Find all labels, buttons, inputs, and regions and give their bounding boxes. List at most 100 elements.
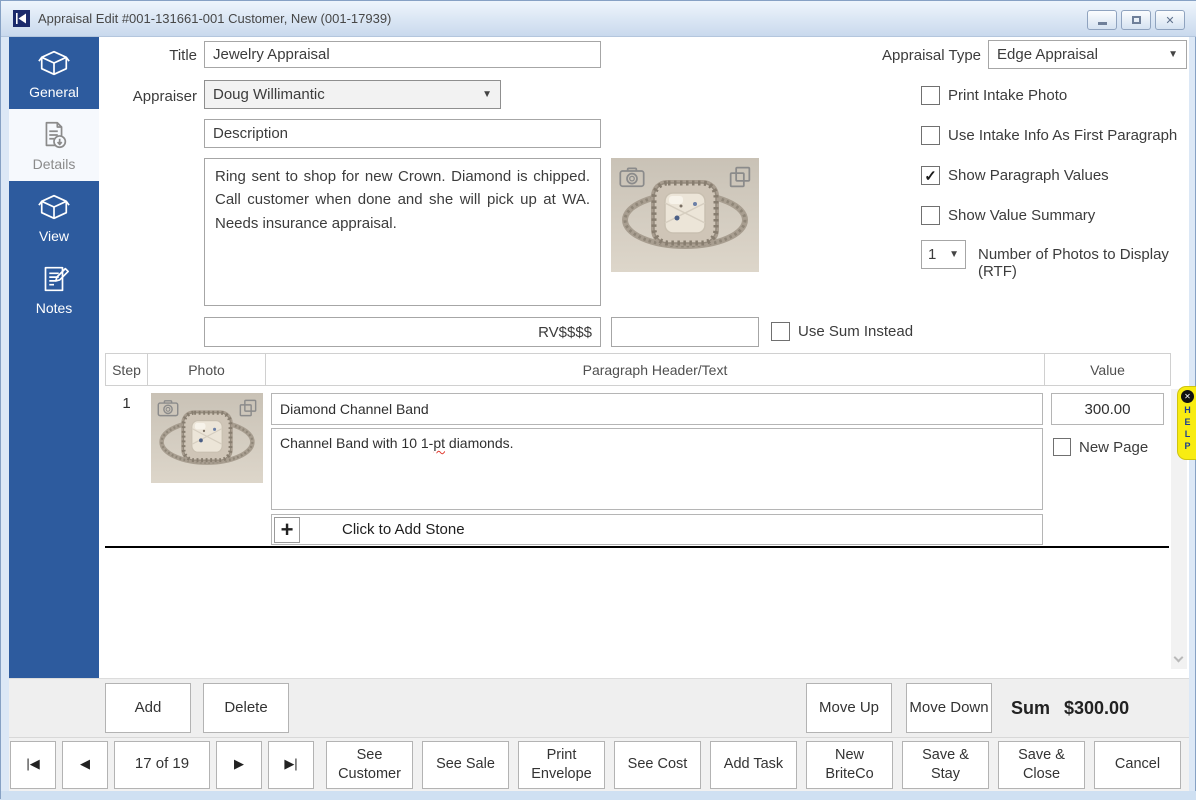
copy-photos-icon[interactable]: [239, 399, 257, 417]
record-position: 17 of 19: [114, 741, 210, 789]
new-page-row: New Page: [1053, 438, 1148, 456]
paragraph-text: diamonds.: [445, 435, 513, 451]
use-sum-label: Use Sum Instead: [798, 323, 913, 340]
use-sum-checkbox-row: Use Sum Instead: [771, 322, 913, 341]
sidebar-tab-details[interactable]: Details: [9, 109, 99, 181]
close-icon: ✕: [1165, 14, 1174, 27]
column-header-step: Step: [105, 353, 148, 386]
new-briteco-button[interactable]: New BriteCo: [806, 741, 893, 789]
sidebar: General Details View Notes: [9, 37, 99, 678]
sum-display: Sum $300.00: [1011, 679, 1129, 738]
help-tab-label: HELP: [1181, 405, 1195, 453]
chevron-down-icon: ▼: [949, 249, 959, 260]
show-value-summary-row: Show Value Summary: [921, 206, 1095, 225]
move-up-button[interactable]: Move Up: [806, 683, 892, 733]
sum-value: $300.00: [1064, 698, 1129, 719]
save-and-stay-button[interactable]: Save & Stay: [902, 741, 989, 789]
help-close-icon[interactable]: ✕: [1181, 390, 1194, 403]
add-stone-button[interactable]: + Click to Add Stone: [271, 514, 1043, 545]
sidebar-tab-notes[interactable]: Notes: [9, 253, 99, 325]
checkmark: ✓: [924, 167, 937, 185]
document-details-icon: [37, 118, 71, 152]
rv-value-input[interactable]: RV$$$$: [204, 317, 601, 347]
sidebar-tab-view[interactable]: View: [9, 181, 99, 253]
add-button[interactable]: Add: [105, 683, 191, 733]
appraiser-dropdown[interactable]: Doug Willimantic ▼: [204, 80, 501, 109]
delete-button[interactable]: Delete: [203, 683, 289, 733]
new-page-checkbox[interactable]: [1053, 438, 1071, 456]
help-tab[interactable]: ✕ HELP: [1177, 386, 1196, 460]
see-customer-button[interactable]: See Customer: [326, 741, 413, 789]
step-value-input[interactable]: 300.00: [1051, 393, 1164, 425]
chevron-down-icon: ▼: [1168, 49, 1178, 60]
use-intake-info-checkbox[interactable]: [921, 126, 940, 145]
paragraph-table-header: Step Photo Paragraph Header/Text Value: [105, 353, 1171, 386]
sidebar-tab-general[interactable]: General: [9, 37, 99, 109]
sidebar-tab-label: View: [39, 228, 69, 244]
see-sale-button[interactable]: See Sale: [422, 741, 509, 789]
total-value-input[interactable]: [611, 317, 759, 347]
close-button[interactable]: ✕: [1155, 10, 1185, 30]
previous-record-button[interactable]: ◀: [62, 741, 108, 789]
appraisal-photo[interactable]: [611, 158, 759, 272]
copy-photos-icon[interactable]: [729, 166, 751, 188]
misspelled-word: pt: [433, 435, 445, 451]
move-down-button[interactable]: Move Down: [906, 683, 992, 733]
note-pencil-icon: [37, 262, 71, 296]
intake-notes-textarea[interactable]: Ring sent to shop for new Crown. Diamond…: [204, 158, 601, 306]
appraisal-type-dropdown[interactable]: Edge Appraisal ▼: [988, 40, 1187, 69]
show-paragraph-values-label: Show Paragraph Values: [948, 167, 1109, 184]
print-intake-photo-checkbox[interactable]: [921, 86, 940, 105]
cancel-button[interactable]: Cancel: [1094, 741, 1181, 789]
paragraph-text-input[interactable]: Channel Band with 10 1-pt diamonds.: [271, 428, 1043, 510]
step-photo[interactable]: [151, 393, 263, 483]
show-paragraph-values-row: ✓ Show Paragraph Values: [921, 166, 1109, 185]
description-input[interactable]: Description: [204, 119, 601, 148]
action-bar: Add Delete Move Up Move Down Sum $300.00: [9, 678, 1189, 737]
column-header-paragraph: Paragraph Header/Text: [266, 353, 1045, 386]
photos-count-label: Number of Photos to Display (RTF): [978, 246, 1188, 280]
save-and-close-button[interactable]: Save & Close: [998, 741, 1085, 789]
print-intake-photo-row: Print Intake Photo: [921, 86, 1067, 105]
show-value-summary-label: Show Value Summary: [948, 207, 1095, 224]
use-intake-info-label: Use Intake Info As First Paragraph: [948, 127, 1177, 144]
sidebar-tab-label: Notes: [36, 300, 73, 316]
add-task-button[interactable]: Add Task: [710, 741, 797, 789]
row-divider: [105, 546, 1169, 548]
print-envelope-button[interactable]: Print Envelope: [518, 741, 605, 789]
use-intake-info-row: Use Intake Info As First Paragraph: [921, 126, 1177, 145]
next-record-button[interactable]: ▶: [216, 741, 262, 789]
appraiser-value: Doug Willimantic: [213, 86, 325, 103]
package-icon: [37, 190, 71, 224]
last-record-button[interactable]: ▶|: [268, 741, 314, 789]
minimize-icon: [1098, 22, 1107, 25]
title-input[interactable]: Jewelry Appraisal: [204, 41, 601, 68]
sidebar-tab-label: Details: [33, 156, 76, 172]
appraisal-edit-window: Appraisal Edit #001-131661-001 Customer,…: [0, 0, 1196, 799]
add-stone-label: Click to Add Stone: [342, 521, 465, 538]
use-sum-checkbox[interactable]: [771, 322, 790, 341]
paragraph-text: Channel Band with 10 1-: [280, 435, 433, 451]
show-value-summary-checkbox[interactable]: [921, 206, 940, 225]
first-record-button[interactable]: |◀: [10, 741, 56, 789]
maximize-button[interactable]: [1121, 10, 1151, 30]
show-paragraph-values-checkbox[interactable]: ✓: [921, 166, 940, 185]
paragraph-header-input[interactable]: Diamond Channel Band: [271, 393, 1043, 425]
chevron-down-icon: ▼: [482, 89, 492, 100]
photos-count-dropdown[interactable]: 1 ▼: [921, 240, 966, 269]
navigation-bar: |◀ ◀ 17 of 19 ▶ ▶| See Customer See Sale…: [9, 737, 1189, 791]
camera-icon[interactable]: [157, 399, 179, 417]
minimize-button[interactable]: [1087, 10, 1117, 30]
edge-app-icon: [13, 10, 30, 27]
sum-label: Sum: [1011, 698, 1050, 719]
column-header-value: Value: [1045, 353, 1171, 386]
plus-icon: +: [274, 517, 300, 543]
see-cost-button[interactable]: See Cost: [614, 741, 701, 789]
titlebar: Appraisal Edit #001-131661-001 Customer,…: [1, 1, 1196, 37]
camera-icon[interactable]: [619, 166, 645, 188]
maximize-icon: [1132, 16, 1141, 24]
appraisal-type-value: Edge Appraisal: [997, 46, 1098, 63]
photos-count-value: 1: [928, 246, 936, 263]
details-panel: Title Jewelry Appraisal Appraiser Doug W…: [99, 37, 1189, 678]
scroll-down-icon: [1174, 653, 1184, 663]
